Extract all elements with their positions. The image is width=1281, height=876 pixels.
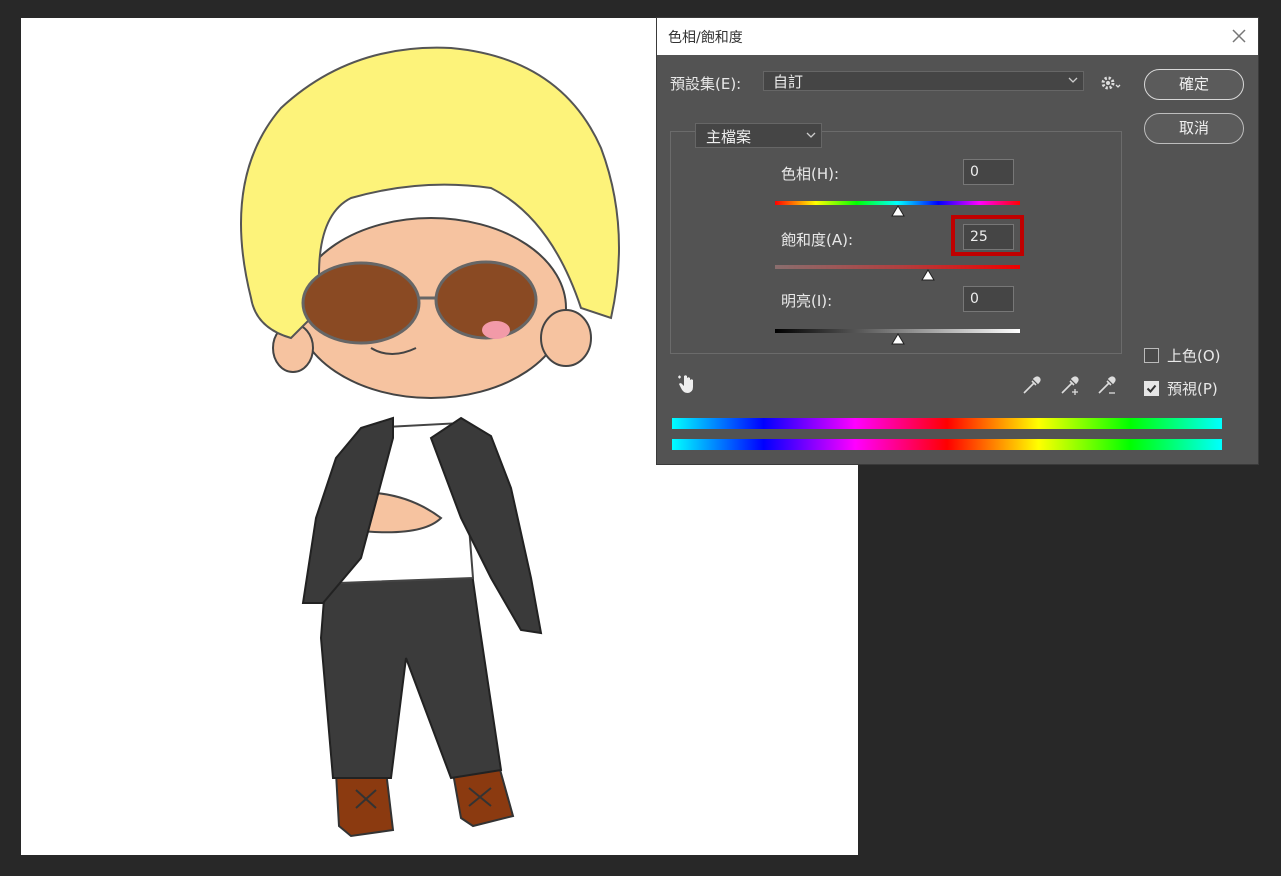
hue-slider-thumb[interactable] — [890, 205, 905, 217]
gear-icon[interactable] — [1100, 74, 1122, 92]
eyedropper-icon[interactable] — [1021, 374, 1043, 396]
preset-dropdown[interactable]: 自訂 — [763, 71, 1084, 91]
lightness-input[interactable]: 0 — [963, 286, 1014, 312]
adjustment-group — [670, 131, 1122, 354]
input-color-bar — [672, 418, 1222, 429]
colorize-label: 上色(O) — [1167, 347, 1221, 365]
saturation-slider[interactable] — [775, 265, 1020, 287]
close-icon[interactable] — [1230, 27, 1248, 45]
eyedropper-plus-icon[interactable] — [1059, 374, 1081, 396]
highlight-box — [951, 215, 1024, 256]
cancel-button[interactable]: 取消 — [1144, 113, 1244, 144]
preview-checkbox[interactable] — [1144, 381, 1159, 396]
hand-adjust-icon[interactable] — [676, 373, 698, 395]
lightness-label: 明亮(I): — [781, 292, 833, 310]
preset-value: 自訂 — [773, 73, 804, 91]
saturation-label: 飽和度(A): — [781, 231, 854, 249]
colorize-checkbox[interactable] — [1144, 348, 1159, 363]
chevron-down-icon — [806, 132, 816, 138]
output-color-bar — [672, 439, 1222, 450]
hue-saturation-dialog: 色相/飽和度 預設集(E): 自訂 確定 取消 主檔案 色相(H): 0 飽和度… — [656, 17, 1259, 465]
dialog-title: 色相/飽和度 — [668, 30, 743, 46]
preset-label: 預設集(E): — [670, 75, 742, 93]
saturation-track — [775, 265, 1020, 269]
channel-dropdown[interactable]: 主檔案 — [695, 123, 822, 148]
checkmark-icon — [1146, 384, 1157, 393]
chevron-down-icon — [1068, 77, 1078, 83]
channel-value: 主檔案 — [706, 128, 752, 146]
lightness-slider-thumb[interactable] — [890, 333, 905, 345]
lightness-slider[interactable] — [775, 329, 1020, 351]
eyedropper-minus-icon[interactable] — [1096, 374, 1118, 396]
saturation-slider-thumb[interactable] — [921, 269, 936, 281]
ok-button[interactable]: 確定 — [1144, 69, 1244, 100]
hue-label: 色相(H): — [781, 165, 840, 183]
dialog-titlebar[interactable]: 色相/飽和度 — [657, 18, 1258, 55]
hue-input[interactable]: 0 — [963, 159, 1014, 185]
preview-label: 預視(P) — [1167, 380, 1218, 398]
